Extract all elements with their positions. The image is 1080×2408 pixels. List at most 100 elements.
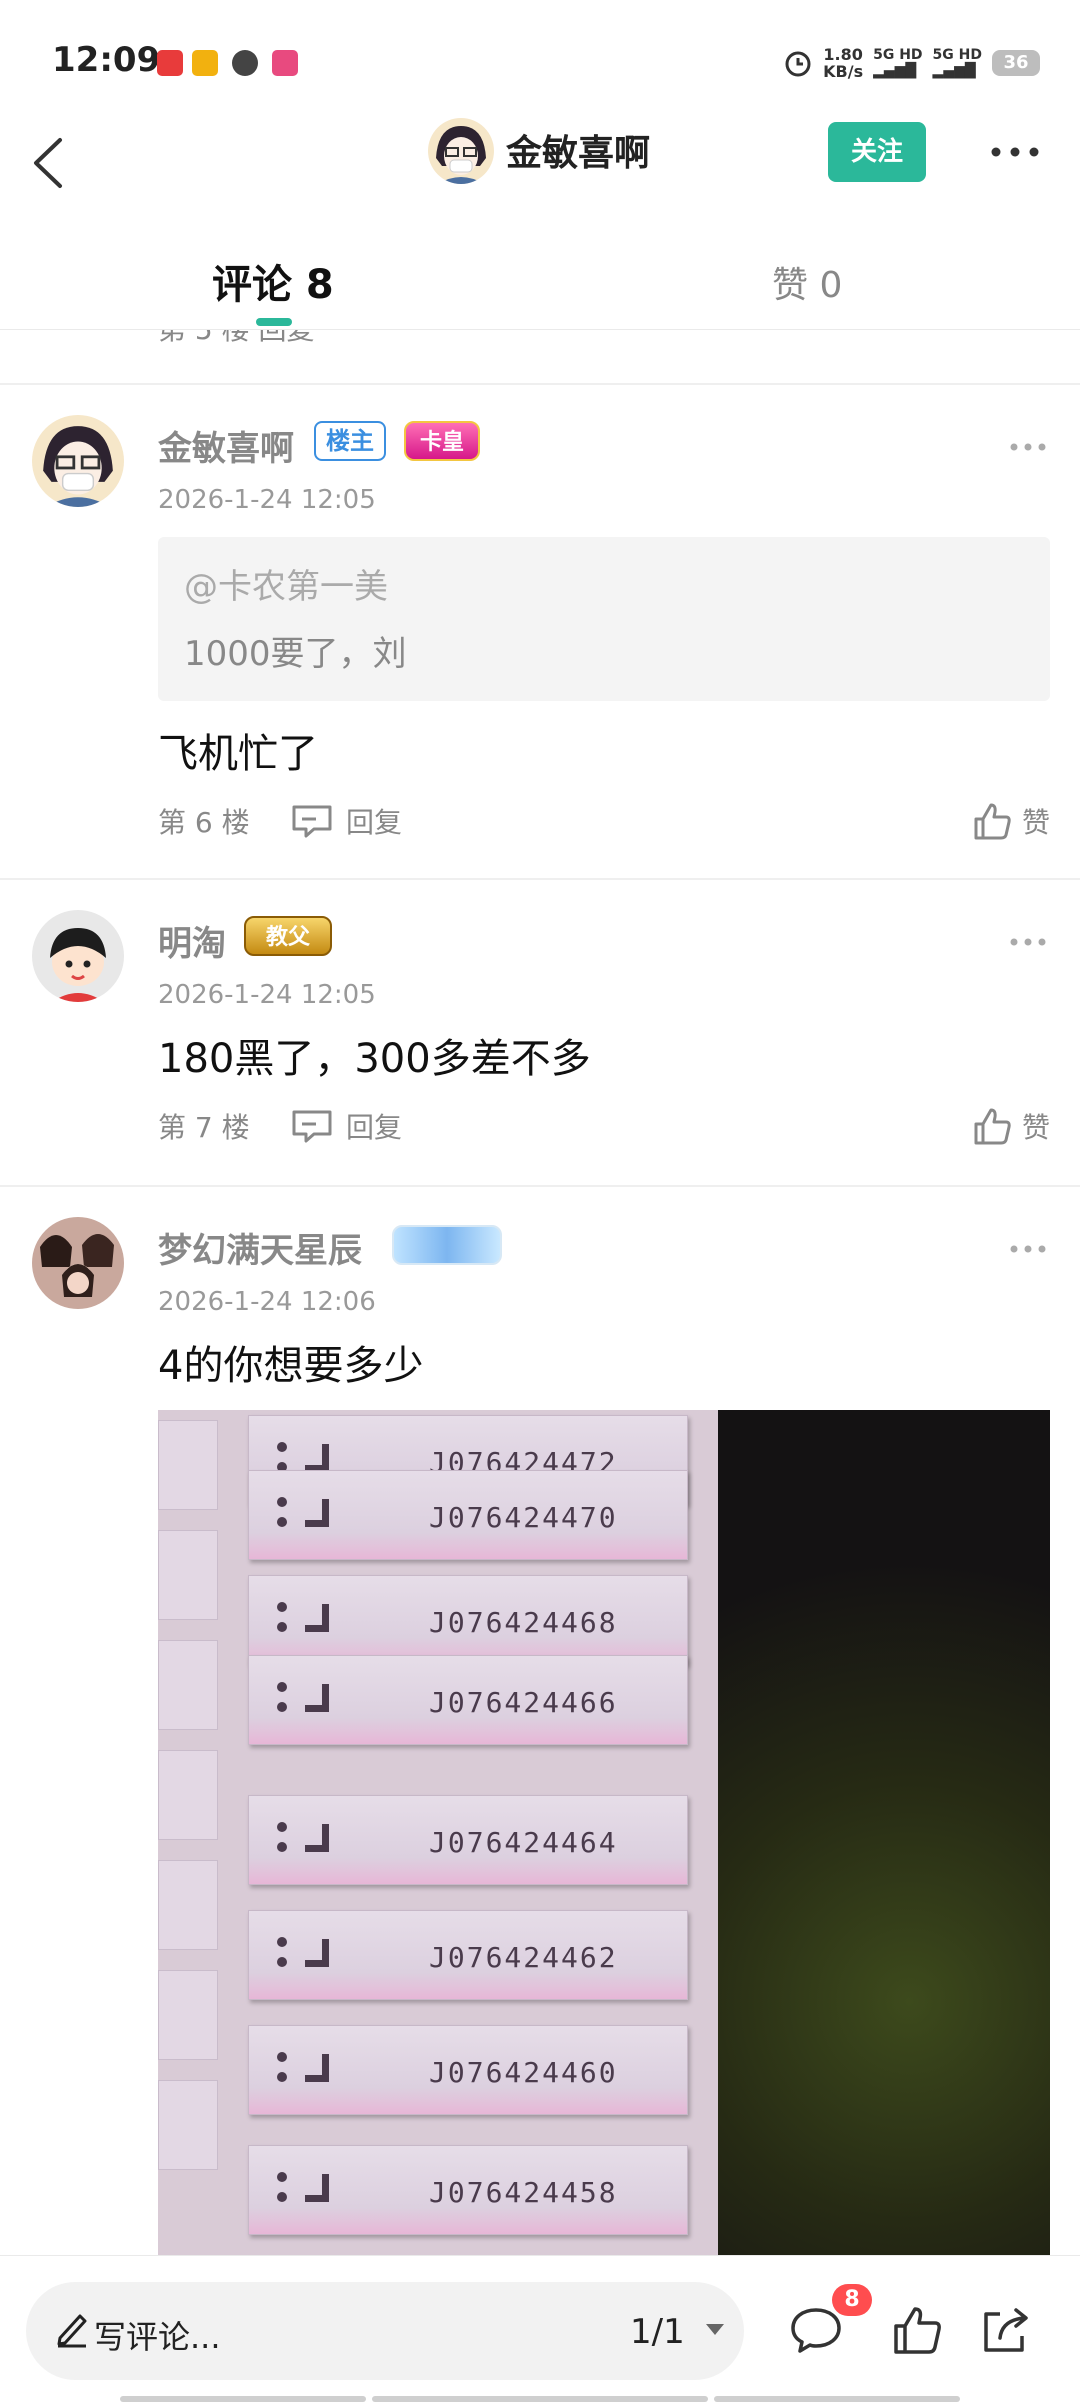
commenter-name[interactable]: 明淘: [158, 916, 226, 965]
tab-likes[interactable]: 赞 0: [772, 256, 842, 308]
commenter-name[interactable]: 金敏喜啊: [158, 421, 294, 470]
reply-button[interactable]: 回复: [290, 797, 402, 845]
level-badge: 卡皇: [404, 421, 480, 461]
strip-dots: [277, 1822, 291, 1858]
comment-text: 飞机忙了: [158, 731, 318, 777]
page-indicator[interactable]: 1/1: [630, 2312, 685, 2352]
strip-code: J076424462: [429, 1941, 618, 1974]
strip-mark: [305, 2054, 329, 2082]
like-icon[interactable]: [890, 2304, 946, 2356]
comment-photo[interactable]: J076424472 J076424470 J076424468 J076424…: [158, 1410, 1050, 2255]
strip-code: J076424460: [429, 2056, 618, 2089]
strip-dots: [277, 2052, 291, 2088]
photo-strip-edge: [158, 1640, 218, 1730]
strip-mark: [305, 1499, 329, 1527]
tab-comments[interactable]: 评论 8: [212, 252, 334, 310]
comment-input[interactable]: 写评论... 1/1: [26, 2282, 744, 2380]
floor-number: 第 7 楼: [158, 1111, 250, 1144]
signal-indicator-2: 5G HD ▂▄▆█: [933, 47, 982, 79]
like-button[interactable]: 赞: [972, 797, 1050, 845]
back-arrow-icon[interactable]: [20, 128, 80, 198]
caret-down-icon[interactable]: [704, 2322, 726, 2338]
quoted-mention[interactable]: @卡农第一美: [184, 559, 1024, 608]
comment-time: 2026-1-24 12:05: [158, 980, 376, 1010]
reply-bubble-icon: [292, 805, 332, 838]
status-time: 12:09: [52, 40, 161, 80]
strip-mark: [305, 1684, 329, 1712]
previous-comment-footer: 第 5 楼 回复: [0, 330, 1080, 380]
photo-strip: J076424462: [248, 1910, 688, 2000]
comment-count-badge: 8: [832, 2284, 872, 2316]
like-button[interactable]: 赞: [972, 1102, 1050, 1150]
photo-strip-edge: [158, 1860, 218, 1950]
previous-comment-floor: 第 5 楼 回复: [158, 330, 315, 348]
strip-dots: [277, 2172, 291, 2208]
gesture-segment: [372, 2396, 708, 2402]
strip-mark: [305, 1824, 329, 1852]
commenter-avatar[interactable]: [32, 910, 124, 1002]
signal-label-2: 5G HD: [932, 47, 982, 63]
strip-mark: [305, 2174, 329, 2202]
like-label: 赞: [1021, 1111, 1050, 1144]
share-icon[interactable]: [978, 2304, 1034, 2356]
reply-bubble-icon: [292, 1110, 332, 1143]
more-options-icon[interactable]: [990, 140, 1040, 164]
follow-button[interactable]: 关注: [828, 122, 926, 182]
reply-button[interactable]: 回复: [290, 1102, 402, 1150]
photo-strip: J076424470: [248, 1470, 688, 1560]
photo-strip-edge: [158, 2080, 218, 2170]
photo-strip-edge: [158, 1420, 218, 1510]
comment-text: 4的你想要多少: [158, 1343, 424, 1389]
gesture-segment: [714, 2396, 960, 2402]
quoted-text: 1000要了，刘: [184, 634, 407, 674]
status-bar: 12:09 1.80 KB/s 5G HD ▂▄▆█ 5G HD ▂▄▆█ 36: [0, 0, 1080, 120]
status-indicators: 1.80 KB/s 5G HD ▂▄▆█ 5G HD ▂▄▆█ 36: [783, 40, 1040, 86]
strip-code: J076424464: [429, 1826, 618, 1859]
commenter-avatar[interactable]: [32, 415, 124, 507]
strip-code: J076424466: [429, 1686, 618, 1719]
header-username[interactable]: 金敏喜啊: [506, 124, 650, 176]
level-badge: 教父: [244, 916, 332, 956]
gesture-segment: [120, 2396, 366, 2402]
active-tab-indicator: [256, 318, 292, 326]
photo-strip: J076424466: [248, 1655, 688, 1745]
tab-bar: 评论 8 赞 0: [0, 230, 1080, 330]
thumbs-up-icon: [974, 803, 1011, 840]
strip-code: J076424468: [429, 1606, 618, 1639]
like-label: 赞: [1021, 806, 1050, 839]
quoted-reply[interactable]: @卡农第一美 1000要了，刘: [158, 537, 1050, 701]
signal-label-1: 5G HD: [873, 47, 923, 63]
comment-more-icon[interactable]: [1008, 441, 1048, 453]
photo-background: [698, 1410, 1050, 2255]
notification-app-icon: [272, 50, 298, 76]
comment-item: 金敏喜啊 楼主 卡皇 2026-1-24 12:05 @卡农第一美 1000要了…: [0, 385, 1080, 880]
photo-strip-edge: [158, 1970, 218, 2060]
header-avatar[interactable]: [428, 118, 494, 184]
photo-strip: J076424464: [248, 1795, 688, 1885]
comment-text: 180黑了，300多差不多: [158, 1036, 591, 1082]
message-notification-icon: [232, 50, 258, 76]
strip-code: J076424470: [429, 1501, 618, 1534]
photo-strip: J076424458: [248, 2145, 688, 2235]
signal-indicator-1: 5G HD ▂▄▆█: [873, 47, 922, 79]
comment-footer: 第 7 楼 回复 赞: [158, 1102, 1050, 1150]
reply-label: 回复: [346, 1111, 403, 1144]
commenter-avatar[interactable]: [32, 1217, 124, 1309]
comment-input-placeholder: 写评论...: [94, 2318, 221, 2356]
battery-indicator: 36: [992, 50, 1040, 76]
level-badge-decorated: [392, 1225, 502, 1265]
floor-number: 第 6 楼: [158, 806, 250, 839]
header: 金敏喜啊 关注: [0, 110, 1080, 230]
strip-mark: [305, 1939, 329, 1967]
comment-time: 2026-1-24 12:06: [158, 1287, 376, 1317]
comments-icon[interactable]: [788, 2304, 844, 2356]
comment-more-icon[interactable]: [1008, 1243, 1048, 1255]
photo-strip-edge: [158, 1530, 218, 1620]
avatar-illustration-icon: [32, 910, 124, 1002]
reply-label: 回复: [346, 806, 403, 839]
pencil-icon: [57, 2314, 87, 2348]
comment-more-icon[interactable]: [1008, 936, 1048, 948]
speed-unit: KB/s: [823, 62, 864, 81]
network-speed: 1.80 KB/s: [823, 46, 863, 80]
commenter-name[interactable]: 梦幻满天星辰: [158, 1223, 362, 1272]
